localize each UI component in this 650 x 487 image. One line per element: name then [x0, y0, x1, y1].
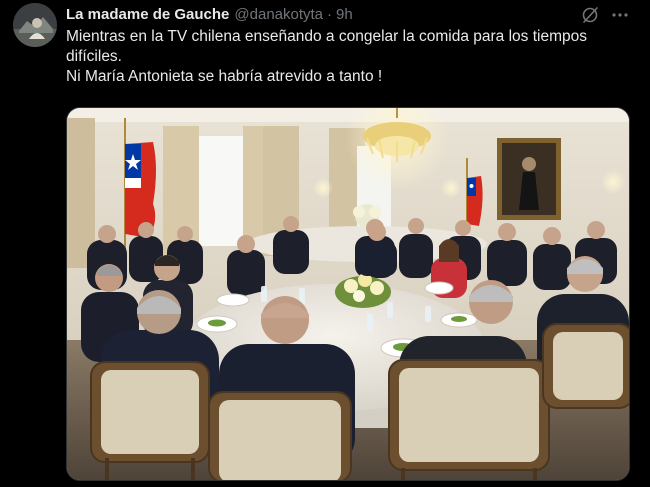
tweet-text: Mientras en la TV chilena enseñando a co… — [66, 27, 638, 87]
tweet: La madame de Gauche @danakotyta · 9h Mie… — [0, 0, 650, 487]
tweet-text-line-1: Mientras en la TV chilena enseñando a co… — [66, 28, 587, 65]
author-handle[interactable]: @danakotyta — [234, 6, 323, 23]
tweet-media-image[interactable] — [66, 107, 630, 481]
tweet-timestamp[interactable]: 9h — [336, 6, 353, 23]
tweet-text-line-2: Ni María Antonieta se habría atrevido a … — [66, 68, 383, 85]
author-display-name[interactable]: La madame de Gauche — [66, 6, 229, 23]
grok-icon[interactable] — [580, 5, 600, 25]
tweet-header: La madame de Gauche @danakotyta · 9h — [66, 4, 353, 24]
more-options-icon[interactable] — [610, 5, 630, 25]
separator-dot: · — [327, 5, 333, 23]
avatar[interactable] — [13, 3, 57, 47]
